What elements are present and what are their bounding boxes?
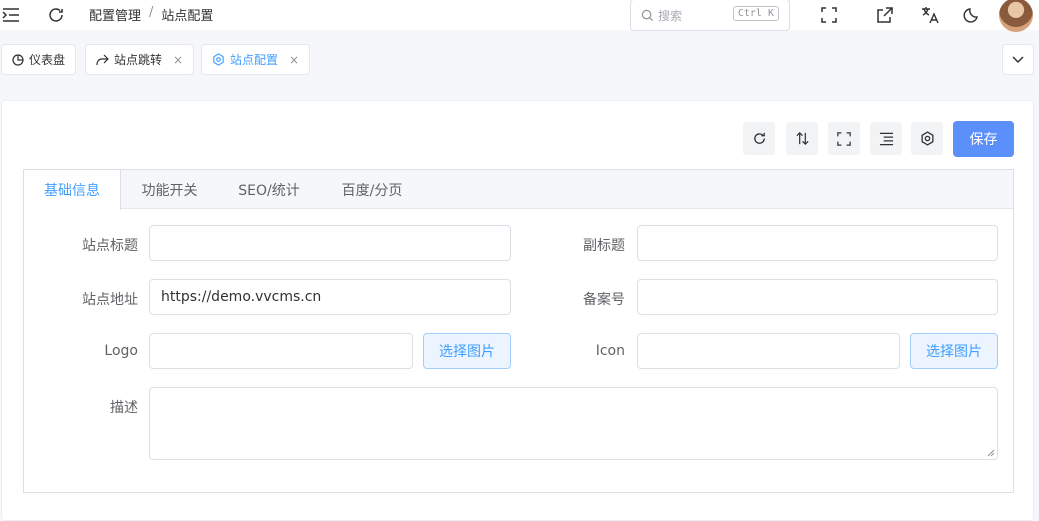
site-url-input[interactable]: https://demo.vvcms.cn	[149, 279, 511, 315]
dashboard-icon	[12, 53, 24, 66]
gear-icon	[921, 131, 933, 146]
external-link-icon[interactable]	[874, 4, 896, 26]
icp-input[interactable]	[637, 279, 998, 315]
top-header: 配置管理 / 站点配置 搜索 Ctrl K	[0, 0, 1039, 32]
tab-header: 基础信息 功能开关 SEO/统计 百度/分页	[24, 170, 1013, 210]
tag-site-redirect[interactable]: 站点跳转 ×	[85, 44, 195, 75]
description-label: 描述	[110, 400, 138, 416]
density-icon	[879, 132, 893, 145]
avatar[interactable]	[999, 0, 1033, 32]
tab-seo-stats[interactable]: SEO/统计	[218, 170, 320, 209]
tags-dropdown-button[interactable]	[1002, 44, 1034, 75]
breadcrumb: 配置管理 / 站点配置	[89, 5, 213, 24]
dark-mode-icon[interactable]	[961, 4, 983, 26]
chevron-down-icon	[1012, 55, 1024, 63]
icon-input[interactable]	[637, 333, 900, 369]
sort-button[interactable]	[786, 122, 818, 155]
icon-label: Icon	[595, 343, 625, 359]
tab-basic-info[interactable]: 基础信息	[24, 170, 121, 210]
tag-dashboard[interactable]: 仪表盘	[1, 44, 77, 75]
breadcrumb-item: 站点配置	[161, 9, 214, 24]
save-button[interactable]: 保存	[953, 121, 1014, 157]
subtitle-label: 副标题	[583, 238, 625, 254]
config-card: 保存 基础信息 功能开关 SEO/统计 百度/分页 站点标题 副标题 站点地址 …	[1, 100, 1034, 521]
site-title-input[interactable]	[149, 225, 511, 261]
fullscreen-button[interactable]	[828, 122, 860, 155]
tags-bar: 仪表盘 站点跳转 × 站点配置 ×	[0, 44, 1039, 76]
description-textarea[interactable]	[149, 387, 998, 460]
fullscreen-icon	[837, 131, 851, 146]
tag-label: 站点配置	[230, 53, 279, 67]
subtitle-input[interactable]	[637, 225, 998, 261]
site-title-label: 站点标题	[82, 238, 138, 254]
icp-label: 备案号	[583, 292, 625, 308]
refresh-icon[interactable]	[45, 4, 67, 26]
close-icon[interactable]: ×	[173, 53, 183, 67]
logo-label: Logo	[104, 343, 138, 359]
tag-label: 仪表盘	[29, 53, 66, 67]
icon-select-image-button[interactable]: 选择图片	[910, 333, 998, 369]
density-button[interactable]	[870, 122, 902, 155]
translate-icon[interactable]	[919, 4, 941, 26]
menu-fold-icon[interactable]	[0, 4, 22, 26]
resize-handle-icon[interactable]	[987, 449, 995, 457]
close-icon[interactable]: ×	[289, 53, 299, 67]
fullscreen-icon[interactable]	[818, 4, 840, 26]
breadcrumb-item[interactable]: 配置管理	[89, 5, 141, 24]
breadcrumb-separator: /	[149, 5, 154, 20]
site-url-label: 站点地址	[82, 292, 138, 308]
search-box[interactable]: 搜索 Ctrl K	[630, 0, 790, 31]
config-tabs: 基础信息 功能开关 SEO/统计 百度/分页 站点标题 副标题 站点地址 htt…	[23, 169, 1014, 493]
refresh-icon	[753, 132, 765, 144]
tag-label: 站点跳转	[114, 53, 163, 67]
logo-input[interactable]	[149, 333, 413, 369]
search-placeholder: 搜索	[658, 8, 683, 23]
sort-icon	[795, 132, 809, 145]
search-icon	[641, 9, 654, 21]
gear-icon	[213, 53, 224, 66]
tab-feature-switch[interactable]: 功能开关	[121, 170, 218, 209]
refresh-button[interactable]	[743, 122, 775, 155]
tag-site-config[interactable]: 站点配置 ×	[201, 44, 311, 75]
logo-select-image-button[interactable]: 选择图片	[423, 333, 511, 369]
share-icon	[96, 54, 109, 65]
search-shortcut: Ctrl K	[732, 6, 779, 21]
tab-baidu-paging[interactable]: 百度/分页	[320, 170, 424, 209]
settings-button[interactable]	[911, 122, 943, 155]
